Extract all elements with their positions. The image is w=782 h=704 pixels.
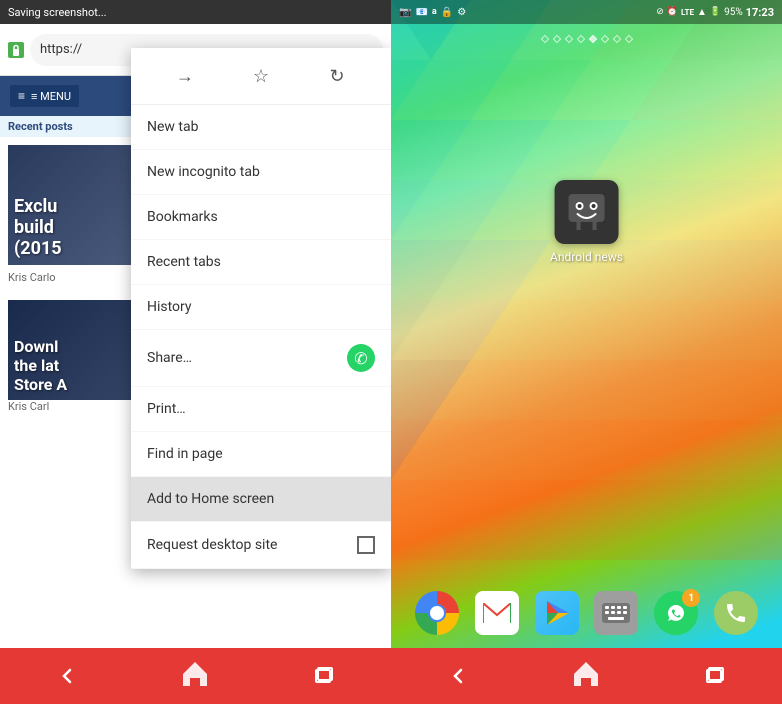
android-news-app-icon[interactable]: Android news <box>550 180 623 264</box>
forward-icon: → <box>176 66 194 87</box>
status-icons-left: 📷 📧 a 🔒 ⚙ <box>399 7 466 18</box>
menu-item-find[interactable]: Find in page <box>131 432 391 477</box>
home-button-left[interactable] <box>173 646 217 696</box>
page-dot-0 <box>540 35 548 43</box>
blog-menu-button[interactable]: ≡ ≡ MENU <box>10 85 79 107</box>
lte-icon: LTE <box>681 8 694 17</box>
chrome-inner-circle <box>428 604 446 622</box>
status-icons-right: ⊘ ⏰ LTE ▲ 🔋 95% 17:23 <box>656 6 774 19</box>
alarm-icon: ⏰ <box>667 7 678 17</box>
status-bar-right: 📷 📧 a 🔒 ⚙ ⊘ ⏰ LTE ▲ 🔋 95% 17:23 <box>391 0 782 24</box>
blog-post-2-title: Downlthe latStore A <box>14 337 67 394</box>
back-button-right[interactable] <box>430 648 486 704</box>
gmail-dock-icon[interactable] <box>473 589 521 637</box>
right-panel: 📷 📧 a 🔒 ⚙ ⊘ ⏰ LTE ▲ 🔋 95% 17:23 <box>391 0 782 704</box>
saving-status-text: Saving screenshot... <box>8 6 107 19</box>
page-dot-2 <box>564 35 572 43</box>
menu-item-share[interactable]: Share… ✆ <box>131 330 391 387</box>
page-dots-indicator <box>391 36 782 42</box>
menu-item-new-tab-label: New tab <box>147 119 198 135</box>
left-panel: Saving screenshot... https:// ≡ ≡ MENU R… <box>0 0 391 704</box>
menu-item-incognito-label: New incognito tab <box>147 164 260 180</box>
menu-toolbar-row: → ☆ ↻ <box>131 48 391 105</box>
refresh-button[interactable]: ↻ <box>319 58 355 94</box>
bottom-dock: 1 <box>391 578 782 648</box>
bottom-nav-left <box>0 648 391 704</box>
recents-button-left[interactable] <box>296 648 352 704</box>
blog-post-1-title: Exclubuild(2015 <box>14 196 62 259</box>
notification-icon-3: a <box>432 7 437 17</box>
menu-item-add-home[interactable]: Add to Home screen <box>131 477 391 522</box>
bottom-nav-right <box>391 648 782 704</box>
menu-item-print[interactable]: Print… <box>131 387 391 432</box>
chrome-dock-icon[interactable] <box>413 589 461 637</box>
playstore-dock-icon[interactable] <box>533 589 581 637</box>
back-button-left[interactable] <box>39 648 95 704</box>
menu-item-bookmarks-label: Bookmarks <box>147 209 218 225</box>
whatsapp-badge: 1 <box>682 589 700 607</box>
dropdown-menu: → ☆ ↻ New tab New incognito tab Bookmark… <box>131 48 391 569</box>
menu-item-find-label: Find in page <box>147 446 223 462</box>
android-news-label: Android news <box>550 250 623 264</box>
menu-label: ≡ MENU <box>31 90 71 103</box>
page-dot-6 <box>612 35 620 43</box>
url-text: https:// <box>40 42 82 57</box>
refresh-icon: ↻ <box>329 66 344 87</box>
notification-icon-2: 📧 <box>415 7 427 18</box>
menu-item-add-home-label: Add to Home screen <box>147 491 274 507</box>
keyboard-icon <box>594 591 638 635</box>
menu-item-new-tab[interactable]: New tab <box>131 105 391 150</box>
forward-button[interactable]: → <box>167 58 203 94</box>
time-display: 17:23 <box>746 6 774 19</box>
whatsapp-icon: 1 <box>654 591 698 635</box>
recents-button-right[interactable] <box>687 648 743 704</box>
phone-icon <box>714 591 758 635</box>
menu-item-share-label: Share… <box>147 350 192 366</box>
menu-item-bookmarks[interactable]: Bookmarks <box>131 195 391 240</box>
battery-pct: 95% <box>724 7 743 18</box>
menu-item-desktop-label: Request desktop site <box>147 537 277 553</box>
lock-icon <box>8 42 24 58</box>
page-dot-7 <box>624 35 632 43</box>
battery-icon: 🔋 <box>710 7 721 17</box>
signal-bars: ▲ <box>697 7 707 18</box>
menu-item-recent-tabs-label: Recent tabs <box>147 254 221 270</box>
notification-icon-4: 🔒 <box>441 7 453 18</box>
status-bar-left: Saving screenshot... <box>0 0 391 24</box>
whatsapp-dock-icon[interactable]: 1 <box>652 589 700 637</box>
keyboard-dock-icon[interactable] <box>592 589 640 637</box>
menu-item-history-label: History <box>147 299 192 315</box>
whatsapp-share-icon: ✆ <box>347 344 375 372</box>
desktop-site-checkbox[interactable] <box>357 536 375 554</box>
home-button-right[interactable] <box>564 646 608 696</box>
bookmark-button[interactable]: ☆ <box>243 58 279 94</box>
menu-item-incognito[interactable]: New incognito tab <box>131 150 391 195</box>
menu-item-desktop[interactable]: Request desktop site <box>131 522 391 569</box>
gmail-icon <box>475 591 519 635</box>
notification-icon-1: 📷 <box>399 7 411 18</box>
menu-item-recent-tabs[interactable]: Recent tabs <box>131 240 391 285</box>
page-dot-3 <box>576 35 584 43</box>
star-icon: ☆ <box>253 66 269 87</box>
page-dot-4-active <box>588 35 596 43</box>
menu-icon: ≡ <box>18 89 25 103</box>
no-sim-icon: ⊘ <box>656 7 664 17</box>
playstore-icon <box>535 591 579 635</box>
menu-item-print-label: Print… <box>147 401 186 417</box>
app-icon-box <box>554 180 618 244</box>
page-dot-1 <box>552 35 560 43</box>
page-dot-5 <box>600 35 608 43</box>
phone-dock-icon[interactable] <box>712 589 760 637</box>
notification-icon-5: ⚙ <box>457 7 466 18</box>
menu-item-history[interactable]: History <box>131 285 391 330</box>
chrome-icon <box>415 591 459 635</box>
